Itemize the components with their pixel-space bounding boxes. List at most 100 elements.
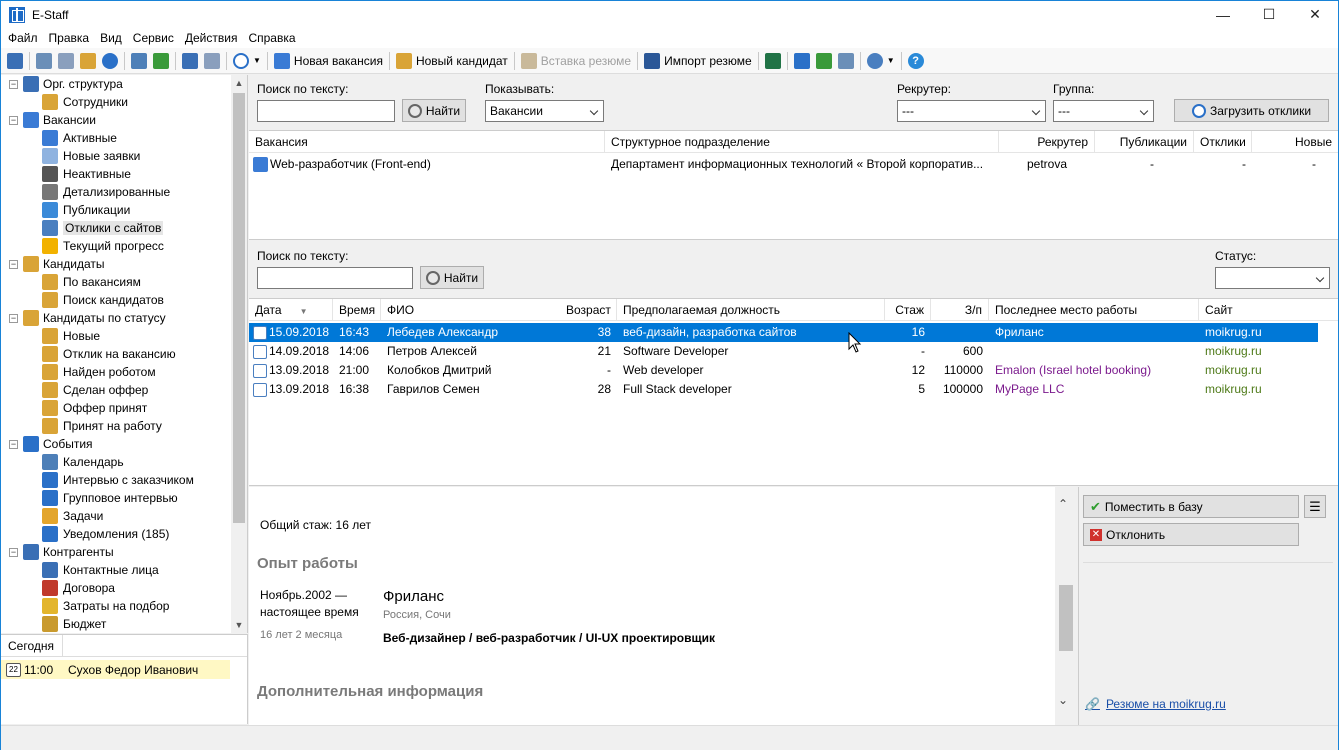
tree-item[interactable]: − События bbox=[1, 435, 231, 453]
col-time[interactable]: Время bbox=[333, 299, 381, 321]
paste-resume-button[interactable]: Вставка резюме bbox=[518, 50, 634, 72]
tb-help-button[interactable]: ? bbox=[905, 50, 927, 72]
tree-item[interactable]: Отклики с сайтов bbox=[1, 219, 231, 237]
menu-help[interactable]: Справка bbox=[241, 31, 299, 45]
tb-paste-button[interactable] bbox=[77, 50, 99, 72]
chevron-up-icon[interactable]: ⌃ bbox=[1058, 497, 1068, 511]
tb-excel-button[interactable] bbox=[762, 50, 784, 72]
tree-item[interactable]: − Кандидаты по статусу bbox=[1, 309, 231, 327]
tb-copy-button[interactable] bbox=[55, 50, 77, 72]
group-select[interactable]: --- bbox=[1053, 100, 1154, 122]
col-last-work[interactable]: Последнее место работы bbox=[989, 299, 1199, 321]
new-vacancy-button[interactable]: Новая вакансия bbox=[271, 50, 386, 72]
tree-item[interactable]: Уведомления (185) bbox=[1, 525, 231, 543]
minimize-button[interactable]: — bbox=[1200, 1, 1246, 28]
tree-item[interactable]: − Вакансии bbox=[1, 111, 231, 129]
vacancy-search-input[interactable] bbox=[257, 100, 395, 122]
col-date[interactable]: Дата ▼ bbox=[249, 299, 333, 321]
tb-analytics-button[interactable] bbox=[813, 50, 835, 72]
tree-item[interactable]: − Контрагенты bbox=[1, 543, 231, 561]
response-row[interactable]: 15.09.2018 16:43 Лебедев Александр 38 веб-ди… bbox=[249, 323, 1318, 342]
tb-report-button[interactable] bbox=[835, 50, 857, 72]
col-position[interactable]: Предполагаемая должность bbox=[617, 299, 885, 321]
tree-item[interactable]: Детализированные bbox=[1, 183, 231, 201]
show-select[interactable]: Вакансии bbox=[485, 100, 604, 122]
tb-employees-button[interactable] bbox=[201, 50, 223, 72]
import-resume-button[interactable]: Импорт резюме bbox=[641, 50, 755, 72]
reject-button[interactable]: ✕ Отклонить bbox=[1083, 523, 1299, 546]
collapse-toggle-icon[interactable]: − bbox=[9, 439, 18, 449]
menu-file[interactable]: Файл bbox=[1, 31, 42, 45]
response-row[interactable]: 13.09.2018 21:00 Колобков Дмитрий - Web deve… bbox=[249, 361, 1318, 380]
close-button[interactable]: ✕ bbox=[1292, 1, 1338, 28]
collapse-toggle-icon[interactable]: − bbox=[9, 259, 18, 269]
status-select[interactable] bbox=[1215, 267, 1330, 289]
collapse-toggle-icon[interactable]: − bbox=[9, 115, 18, 125]
tree-item[interactable]: По вакансиям bbox=[1, 273, 231, 291]
recruiter-select[interactable]: --- bbox=[897, 100, 1046, 122]
place-to-base-button[interactable]: ✔ Поместить в базу bbox=[1083, 495, 1299, 518]
tree-item[interactable]: Интервью с заказчиком bbox=[1, 471, 231, 489]
detail-scroll-thumb[interactable] bbox=[1059, 585, 1073, 651]
tree-item[interactable]: Поиск кандидатов bbox=[1, 291, 231, 309]
tb-clock-button[interactable]: ▼ bbox=[230, 50, 264, 72]
menu-service[interactable]: Сервис bbox=[126, 31, 178, 45]
tree-item[interactable]: Текущий прогресс bbox=[1, 237, 231, 255]
tree-item[interactable]: Новые bbox=[1, 327, 231, 345]
tb-web-button[interactable]: ▼ bbox=[864, 50, 898, 72]
col-responses[interactable]: Отклики bbox=[1194, 131, 1252, 153]
col-vacancy[interactable]: Вакансия bbox=[249, 131, 605, 153]
col-site[interactable]: Сайт bbox=[1199, 299, 1338, 321]
tree-item[interactable]: Сотрудники bbox=[1, 93, 231, 111]
chevron-down-icon[interactable]: ⌄ bbox=[1058, 693, 1068, 707]
vacancy-find-button[interactable]: Найти bbox=[402, 99, 466, 122]
tree-item[interactable]: − Кандидаты bbox=[1, 255, 231, 273]
vacancy-row[interactable]: Web-разработчик (Front-end) Департамент … bbox=[249, 155, 1338, 174]
tree-scrollbar[interactable]: ▲ ▼ bbox=[231, 75, 247, 633]
menu-edit[interactable]: Правка bbox=[42, 31, 94, 45]
tb-org-button[interactable] bbox=[179, 50, 201, 72]
tree-item[interactable]: Затраты на подбор bbox=[1, 597, 231, 615]
scroll-thumb[interactable] bbox=[233, 93, 245, 523]
col-publications[interactable]: Публикации bbox=[1095, 131, 1194, 153]
tree-item[interactable]: Задачи bbox=[1, 507, 231, 525]
today-event-row[interactable]: 22 11:00 Сухов Федор Иванович bbox=[1, 660, 230, 679]
response-row[interactable]: 14.09.2018 14:06 Петров Алексей 21 Software … bbox=[249, 342, 1318, 361]
collapse-toggle-icon[interactable]: − bbox=[9, 547, 18, 557]
tree-item[interactable]: Оффер принят bbox=[1, 399, 231, 417]
load-responses-button[interactable]: Загрузить отклики bbox=[1174, 99, 1329, 122]
tb-undo-button[interactable] bbox=[99, 50, 121, 72]
tree-item[interactable]: Календарь bbox=[1, 453, 231, 471]
col-experience[interactable]: Стаж bbox=[885, 299, 931, 321]
maximize-button[interactable]: ☐ bbox=[1246, 1, 1292, 28]
tree-item[interactable]: Отклик на вакансию bbox=[1, 345, 231, 363]
menu-view[interactable]: Вид bbox=[93, 31, 126, 45]
tree-item[interactable]: Новые заявки bbox=[1, 147, 231, 165]
tree-item[interactable]: Активные bbox=[1, 129, 231, 147]
tb-chart-button[interactable] bbox=[791, 50, 813, 72]
tree-item[interactable]: − Орг. структура bbox=[1, 75, 231, 93]
detail-scrollbar[interactable]: ⌃ ⌄ bbox=[1055, 487, 1077, 725]
tree-item[interactable]: Бюджет bbox=[1, 615, 231, 633]
tree-item[interactable]: Групповое интервью bbox=[1, 489, 231, 507]
tree-item[interactable]: Неактивные bbox=[1, 165, 231, 183]
tree-item[interactable]: Сделан оффер bbox=[1, 381, 231, 399]
tb-person-button[interactable] bbox=[150, 50, 172, 72]
col-department[interactable]: Структурное подразделение bbox=[605, 131, 999, 153]
tree-item[interactable]: Публикации bbox=[1, 201, 231, 219]
col-new[interactable]: Новые bbox=[1252, 131, 1338, 153]
menu-actions[interactable]: Действия bbox=[178, 31, 242, 45]
col-recruiter[interactable]: Рекрутер bbox=[999, 131, 1095, 153]
collapse-toggle-icon[interactable]: − bbox=[9, 313, 18, 323]
tb-car-button[interactable] bbox=[4, 50, 26, 72]
response-search-input[interactable] bbox=[257, 267, 413, 289]
response-row[interactable]: 13.09.2018 16:38 Гаврилов Семен 28 Full Stac… bbox=[249, 380, 1318, 399]
menu-button[interactable]: ☰ bbox=[1304, 495, 1326, 518]
response-find-button[interactable]: Найти bbox=[420, 266, 484, 289]
resume-link[interactable]: 🔗 Резюме на moikrug.ru bbox=[1085, 697, 1226, 711]
scroll-up-icon[interactable]: ▲ bbox=[231, 75, 247, 91]
tree-item[interactable]: Контактные лица bbox=[1, 561, 231, 579]
col-age[interactable]: Возраст bbox=[560, 299, 617, 321]
scroll-down-icon[interactable]: ▼ bbox=[231, 617, 247, 633]
tb-cut-button[interactable] bbox=[33, 50, 55, 72]
